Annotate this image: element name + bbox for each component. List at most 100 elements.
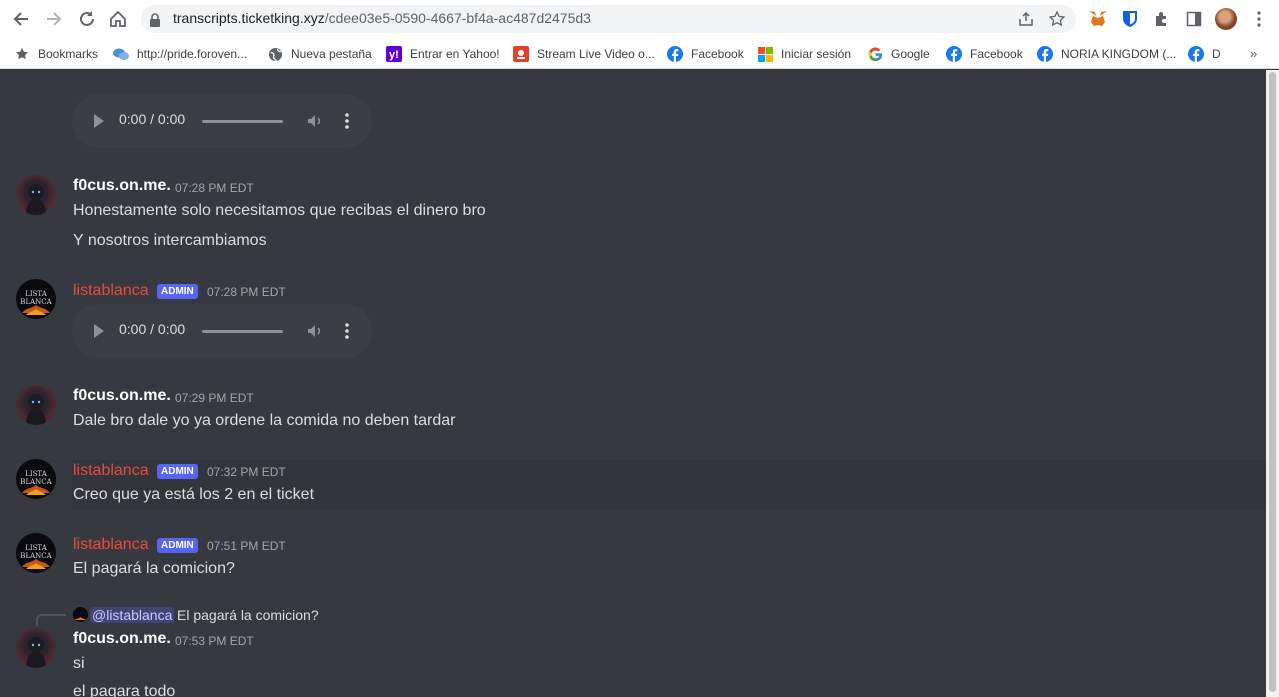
play-icon[interactable]	[94, 324, 104, 338]
svg-text:BLANCA: BLANCA	[20, 552, 52, 560]
bookmark-label: Google	[891, 47, 930, 61]
timestamp: 07:53 PM EDT	[175, 634, 254, 648]
side-panel-icon[interactable]	[1183, 8, 1205, 30]
volume-icon[interactable]	[306, 112, 324, 130]
timestamp: 07:51 PM EDT	[207, 539, 286, 553]
profile-avatar[interactable]	[1215, 8, 1237, 30]
facebook-icon	[946, 46, 962, 62]
timestamp: 07:29 PM EDT	[175, 391, 254, 405]
bookmark-item[interactable]: Iniciar sesión	[757, 42, 851, 66]
lock-icon[interactable]	[149, 12, 161, 31]
avatar[interactable]	[16, 175, 56, 215]
reply-mention[interactable]: @listablanca	[90, 607, 175, 623]
message-text: El pagará la comicion?	[73, 560, 235, 577]
timestamp: 07:28 PM EDT	[207, 285, 286, 299]
username[interactable]: f0cus.on.me.	[73, 630, 171, 648]
message-text: Dale bro dale yo ya ordene la comida no …	[73, 412, 456, 429]
avatar[interactable]: LISTA BLANCA	[16, 459, 56, 499]
url-text: transcripts.ticketking.xyz/cdee03e5-0590…	[173, 10, 591, 26]
volume-icon[interactable]	[306, 322, 324, 340]
timestamp: 07:28 PM EDT	[175, 181, 254, 195]
bookmark-star-icon[interactable]	[1048, 10, 1066, 27]
back-arrow-icon[interactable]	[9, 7, 33, 31]
message-text: si	[73, 655, 85, 672]
bookmark-label: Bookmarks	[38, 47, 99, 61]
more-options-icon[interactable]	[345, 322, 349, 340]
bookmark-label: Nueva pestaña	[291, 47, 372, 61]
bookmark-label: Stream Live Video o...	[537, 47, 655, 61]
facebook-icon	[1188, 46, 1204, 62]
admin-badge: ADMIN	[157, 284, 198, 299]
admin-badge: ADMIN	[157, 464, 198, 479]
bookmark-label: Facebook	[691, 47, 744, 61]
admin-badge: ADMIN	[157, 538, 198, 553]
username[interactable]: f0cus.on.me.	[73, 387, 171, 405]
avatar[interactable]: LISTA BLANCA	[16, 533, 56, 573]
stream-icon	[513, 46, 529, 62]
message-text: el pagara todo	[73, 683, 176, 697]
address-bar[interactable]: transcripts.ticketking.xyz/cdee03e5-0590…	[141, 5, 1076, 33]
bookmark-item[interactable]: Facebook	[667, 42, 744, 66]
bookmark-item[interactable]: D	[1188, 42, 1221, 66]
username[interactable]: listablanca	[73, 536, 149, 554]
svg-text:y!: y!	[389, 49, 399, 61]
bookmark-label: NORIA KINGDOM (...	[1061, 47, 1177, 61]
page-scrollbar[interactable]	[1266, 70, 1279, 697]
google-icon	[867, 46, 883, 62]
bookmarks-overflow-button[interactable]: »	[1250, 46, 1257, 61]
more-options-icon[interactable]	[345, 112, 349, 130]
audio-progress-track[interactable]	[202, 120, 283, 123]
svg-text:LISTA: LISTA	[25, 470, 47, 478]
forward-arrow-icon[interactable]	[42, 7, 66, 31]
bookmark-item[interactable]: NORIA KINGDOM (...	[1037, 42, 1176, 66]
svg-text:LISTA: LISTA	[25, 290, 47, 298]
extensions-puzzle-icon[interactable]	[1151, 8, 1173, 30]
bitwarden-shield-icon[interactable]	[1119, 8, 1141, 30]
bookmark-item[interactable]: Stream Live Video o...	[513, 42, 655, 66]
bookmark-item[interactable]: Bookmarks	[14, 42, 98, 66]
bookmark-item[interactable]: Nueva pestaña	[267, 42, 372, 66]
username[interactable]: listablanca	[73, 282, 149, 300]
avatar[interactable]: LISTA BLANCA	[16, 279, 56, 319]
svg-text:LISTA: LISTA	[25, 544, 47, 552]
audio-player[interactable]: 0:00 / 0:00	[72, 304, 372, 358]
bookmark-label: D	[1212, 47, 1221, 61]
bookmark-label: Entrar en Yahoo!	[410, 47, 500, 61]
bookmark-item[interactable]: http://pride.foroven...	[113, 42, 247, 66]
scrollbar-thumb[interactable]	[1269, 72, 1276, 692]
audio-progress-track[interactable]	[202, 330, 283, 333]
audio-time: 0:00 / 0:00	[119, 321, 186, 337]
bookmarks-bar: Bookmarks http://pride.foroven... Nueva …	[0, 38, 1279, 69]
svg-text:BLANCA: BLANCA	[20, 478, 52, 486]
audio-player[interactable]: 0:00 / 0:00	[72, 94, 372, 148]
share-icon[interactable]	[1018, 11, 1034, 27]
metamask-fox-icon[interactable]	[1087, 8, 1109, 30]
reply-avatar	[73, 607, 88, 622]
username[interactable]: listablanca	[73, 462, 149, 480]
reply-preview-text[interactable]: El pagará la comicion?	[177, 607, 319, 623]
avatar[interactable]	[16, 628, 56, 668]
home-icon[interactable]	[106, 7, 130, 31]
bookmark-item[interactable]: Google	[867, 42, 930, 66]
yahoo-icon: y!	[386, 46, 402, 62]
bookmark-item[interactable]: y! Entrar en Yahoo!	[386, 42, 500, 66]
username[interactable]: f0cus.on.me.	[73, 177, 171, 195]
message-text: Y nosotros intercambiamos	[73, 232, 267, 249]
message-text: Honestamente solo necesitamos que reciba…	[73, 202, 486, 219]
avatar[interactable]	[16, 385, 56, 425]
svg-text:BLANCA: BLANCA	[20, 298, 52, 306]
message-text: Creo que ya está los 2 en el ticket	[73, 486, 315, 503]
reload-icon[interactable]	[75, 7, 99, 31]
globe-icon	[267, 46, 283, 62]
audio-time: 0:00 / 0:00	[119, 111, 186, 127]
browser-toolbar: transcripts.ticketking.xyz/cdee03e5-0590…	[0, 0, 1279, 38]
facebook-icon	[667, 46, 683, 62]
play-icon[interactable]	[94, 114, 104, 128]
facebook-icon	[1037, 46, 1053, 62]
chat-transcript: 0:00 / 0:00 f0cus.on.me. 07:28 PM EDT Ho…	[0, 70, 1266, 697]
timestamp: 07:32 PM EDT	[207, 465, 286, 479]
chrome-menu-icon[interactable]	[1248, 8, 1270, 30]
bookmark-label: Facebook	[970, 47, 1023, 61]
bookmark-item[interactable]: Facebook	[946, 42, 1023, 66]
url-path: /cdee03e5-0590-4667-bf4a-ac487d2475d3	[324, 10, 591, 26]
